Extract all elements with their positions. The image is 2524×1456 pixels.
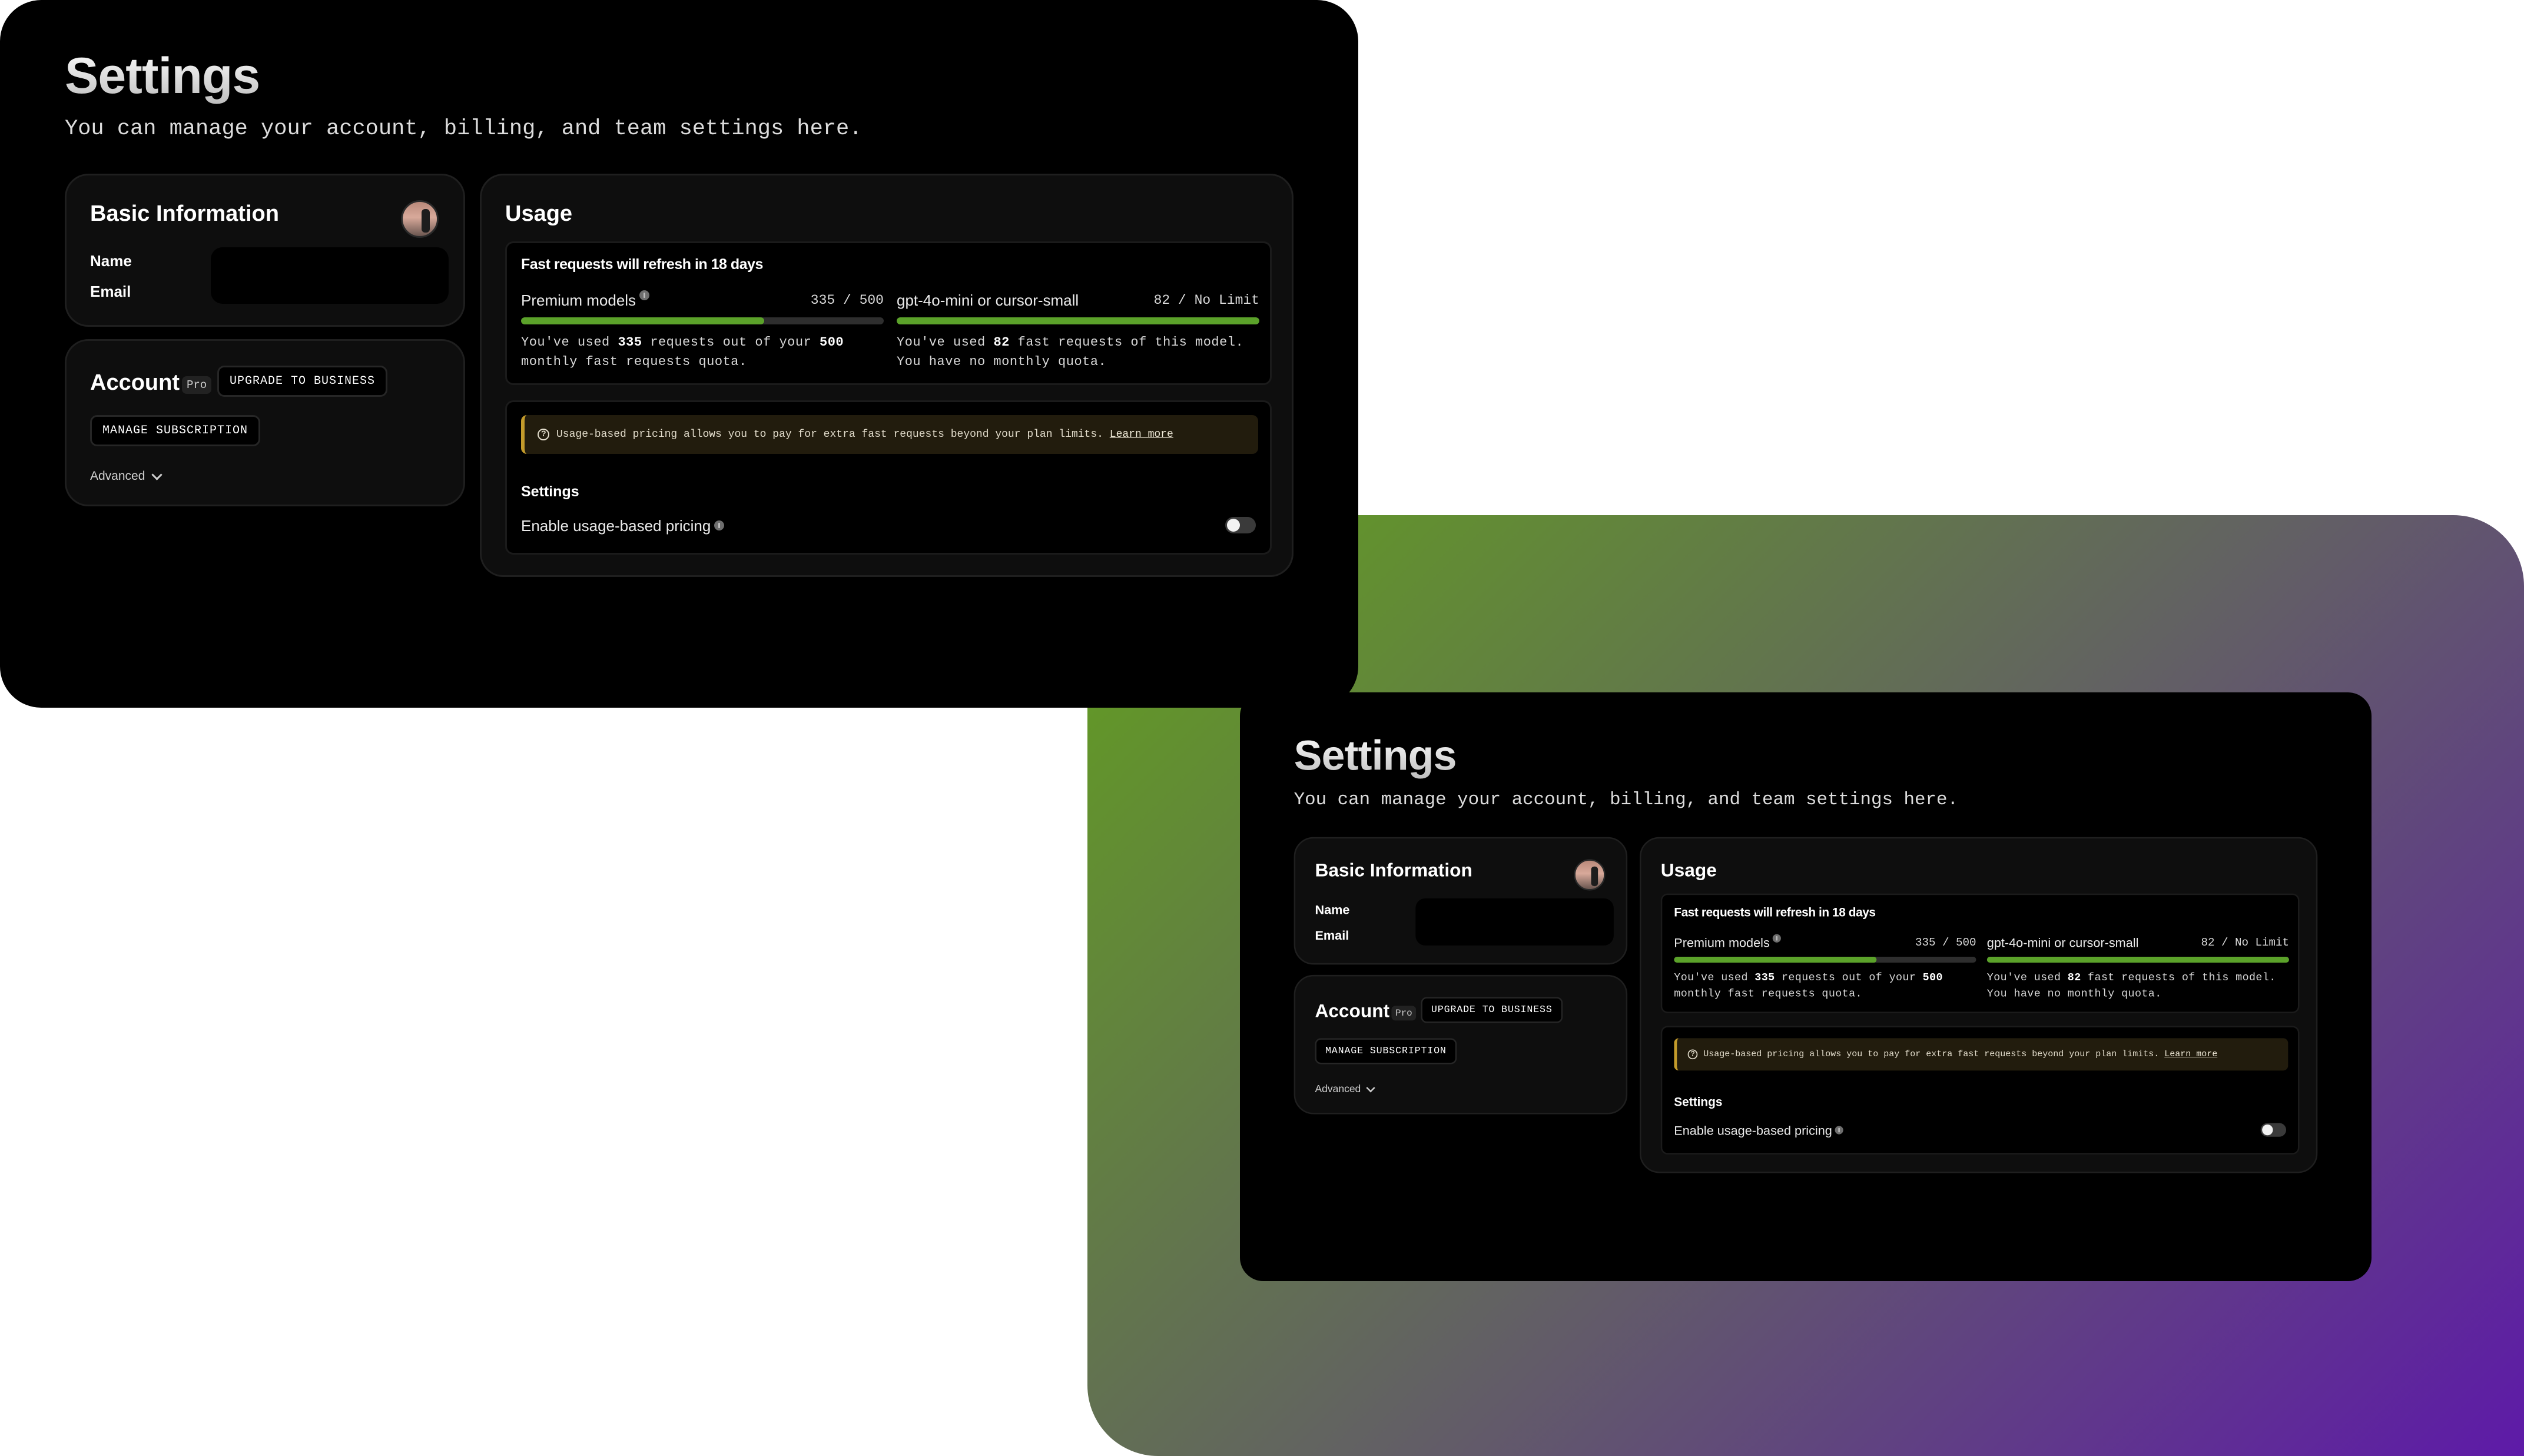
small-models-meter: gpt-4o-mini or cursor-small 82 / No Limi…: [1986, 934, 2290, 1002]
manage-subscription-button[interactable]: MANAGE SUBSCRIPTION: [1315, 1038, 1457, 1064]
usage-pricing-toggle[interactable]: [1225, 517, 1256, 533]
toggle-knob: [1227, 519, 1240, 532]
basic-information-card: Basic Information Name Email: [65, 174, 465, 327]
toggle-knob: [2262, 1124, 2273, 1136]
manage-subscription-button[interactable]: MANAGE SUBSCRIPTION: [90, 415, 261, 446]
info-icon[interactable]: [1835, 1126, 1843, 1135]
plan-badge: Pro: [182, 376, 212, 394]
small-models-label: gpt-4o-mini or cursor-small: [1986, 934, 2139, 950]
small-models-value: 82 / No Limit: [2201, 936, 2290, 949]
refresh-note: Fast requests will refresh in 18 days: [1674, 906, 1876, 920]
email-label: Email: [90, 283, 131, 300]
avatar[interactable]: [401, 200, 439, 238]
premium-models-meter: Premium models 335 / 500 You've used 335…: [1674, 934, 1976, 1002]
usage-pricing-notice-text: Usage-based pricing allows you to pay fo…: [1703, 1049, 2218, 1060]
premium-models-value: 335 / 500: [810, 293, 884, 308]
advanced-label: Advanced: [90, 469, 145, 483]
redacted-account-details: [211, 247, 449, 304]
usage-pricing-notice: Usage-based pricing allows you to pay fo…: [521, 415, 1258, 454]
settings-heading: Settings: [521, 483, 579, 500]
small-models-meter: gpt-4o-mini or cursor-small 82 / No Limi…: [897, 290, 1259, 372]
redacted-account-details: [1415, 898, 1614, 946]
usage-pricing-box: Usage-based pricing allows you to pay fo…: [1660, 1026, 2300, 1155]
quota-box: Fast requests will refresh in 18 days Pr…: [505, 241, 1272, 385]
small-progress-bar: [1986, 957, 2290, 963]
settings-panel: Settings You can manage your account, bi…: [0, 0, 1358, 708]
premium-models-label: Premium models: [521, 290, 650, 310]
basic-information-title: Basic Information: [90, 201, 279, 226]
account-card: Account Pro UPGRADE TO BUSINESS MANAGE S…: [65, 339, 465, 506]
basic-information-title: Basic Information: [1315, 860, 1472, 881]
small-models-description: You've used 82 fast requests of this mod…: [1986, 971, 2276, 1000]
refresh-note: Fast requests will refresh in 18 days: [521, 256, 763, 273]
page-subtitle: You can manage your account, billing, an…: [1293, 789, 1959, 810]
small-models-value: 82 / No Limit: [1153, 293, 1259, 308]
chevron-down-icon: [151, 469, 163, 480]
premium-models-label: Premium models: [1674, 934, 1781, 950]
small-models-description: You've used 82 fast requests of this mod…: [897, 335, 1244, 369]
question-circle-icon: [538, 429, 549, 440]
page-title: Settings: [1293, 732, 1457, 780]
learn-more-link[interactable]: Learn more: [2164, 1049, 2217, 1059]
page-subtitle: You can manage your account, billing, an…: [65, 117, 863, 141]
advanced-toggle[interactable]: Advanced: [1315, 1083, 1376, 1095]
small-models-label: gpt-4o-mini or cursor-small: [897, 291, 1079, 309]
plan-badge: Pro: [1391, 1006, 1417, 1021]
premium-models-value: 335 / 500: [1915, 936, 1976, 949]
settings-panel: Settings You can manage your account, bi…: [1240, 692, 2372, 1281]
usage-pricing-toggle-label: Enable usage-based pricing: [521, 517, 725, 535]
premium-progress-bar: [1674, 957, 1976, 963]
info-icon[interactable]: [714, 520, 725, 530]
settings-window-front: Settings You can manage your account, bi…: [0, 0, 1358, 708]
usage-pricing-notice: Usage-based pricing allows you to pay fo…: [1674, 1038, 2288, 1071]
premium-models-meter: Premium models 335 / 500 You've used 335…: [521, 290, 884, 372]
usage-card: Usage Fast requests will refresh in 18 d…: [1639, 837, 2318, 1173]
question-circle-icon: [1687, 1049, 1698, 1060]
settings-window-gradient: Settings You can manage your account, bi…: [1240, 692, 2372, 1281]
premium-models-description: You've used 335 requests out of your 500…: [1674, 971, 1943, 1000]
advanced-toggle[interactable]: Advanced: [90, 469, 163, 483]
usage-pricing-notice-text: Usage-based pricing allows you to pay fo…: [556, 429, 1173, 440]
account-title: Account: [90, 370, 180, 395]
account-card: Account Pro UPGRADE TO BUSINESS MANAGE S…: [1293, 974, 1628, 1115]
usage-pricing-box: Usage-based pricing allows you to pay fo…: [505, 400, 1272, 555]
email-label: Email: [1315, 927, 1349, 943]
account-title: Account: [1315, 1001, 1390, 1022]
premium-progress-bar: [521, 317, 884, 324]
page-title: Settings: [65, 48, 260, 104]
small-progress-bar: [897, 317, 1259, 324]
chevron-down-icon: [1366, 1083, 1376, 1093]
info-icon[interactable]: [639, 290, 650, 300]
upgrade-to-business-button[interactable]: UPGRADE TO BUSINESS: [1421, 997, 1563, 1023]
avatar[interactable]: [1574, 859, 1606, 891]
usage-title: Usage: [505, 201, 573, 226]
upgrade-to-business-button[interactable]: UPGRADE TO BUSINESS: [217, 366, 388, 397]
premium-models-description: You've used 335 requests out of your 500…: [521, 335, 844, 369]
usage-pricing-toggle[interactable]: [2260, 1123, 2287, 1137]
quota-box: Fast requests will refresh in 18 days Pr…: [1660, 893, 2300, 1013]
usage-card: Usage Fast requests will refresh in 18 d…: [480, 174, 1293, 577]
name-label: Name: [90, 252, 132, 270]
info-icon[interactable]: [1772, 934, 1781, 943]
learn-more-link[interactable]: Learn more: [1110, 429, 1173, 440]
advanced-label: Advanced: [1315, 1083, 1361, 1095]
basic-information-card: Basic Information Name Email: [1293, 837, 1628, 965]
settings-heading: Settings: [1674, 1095, 1723, 1109]
name-label: Name: [1315, 902, 1350, 917]
usage-pricing-toggle-label: Enable usage-based pricing: [1674, 1123, 1843, 1138]
usage-title: Usage: [1660, 860, 1717, 881]
